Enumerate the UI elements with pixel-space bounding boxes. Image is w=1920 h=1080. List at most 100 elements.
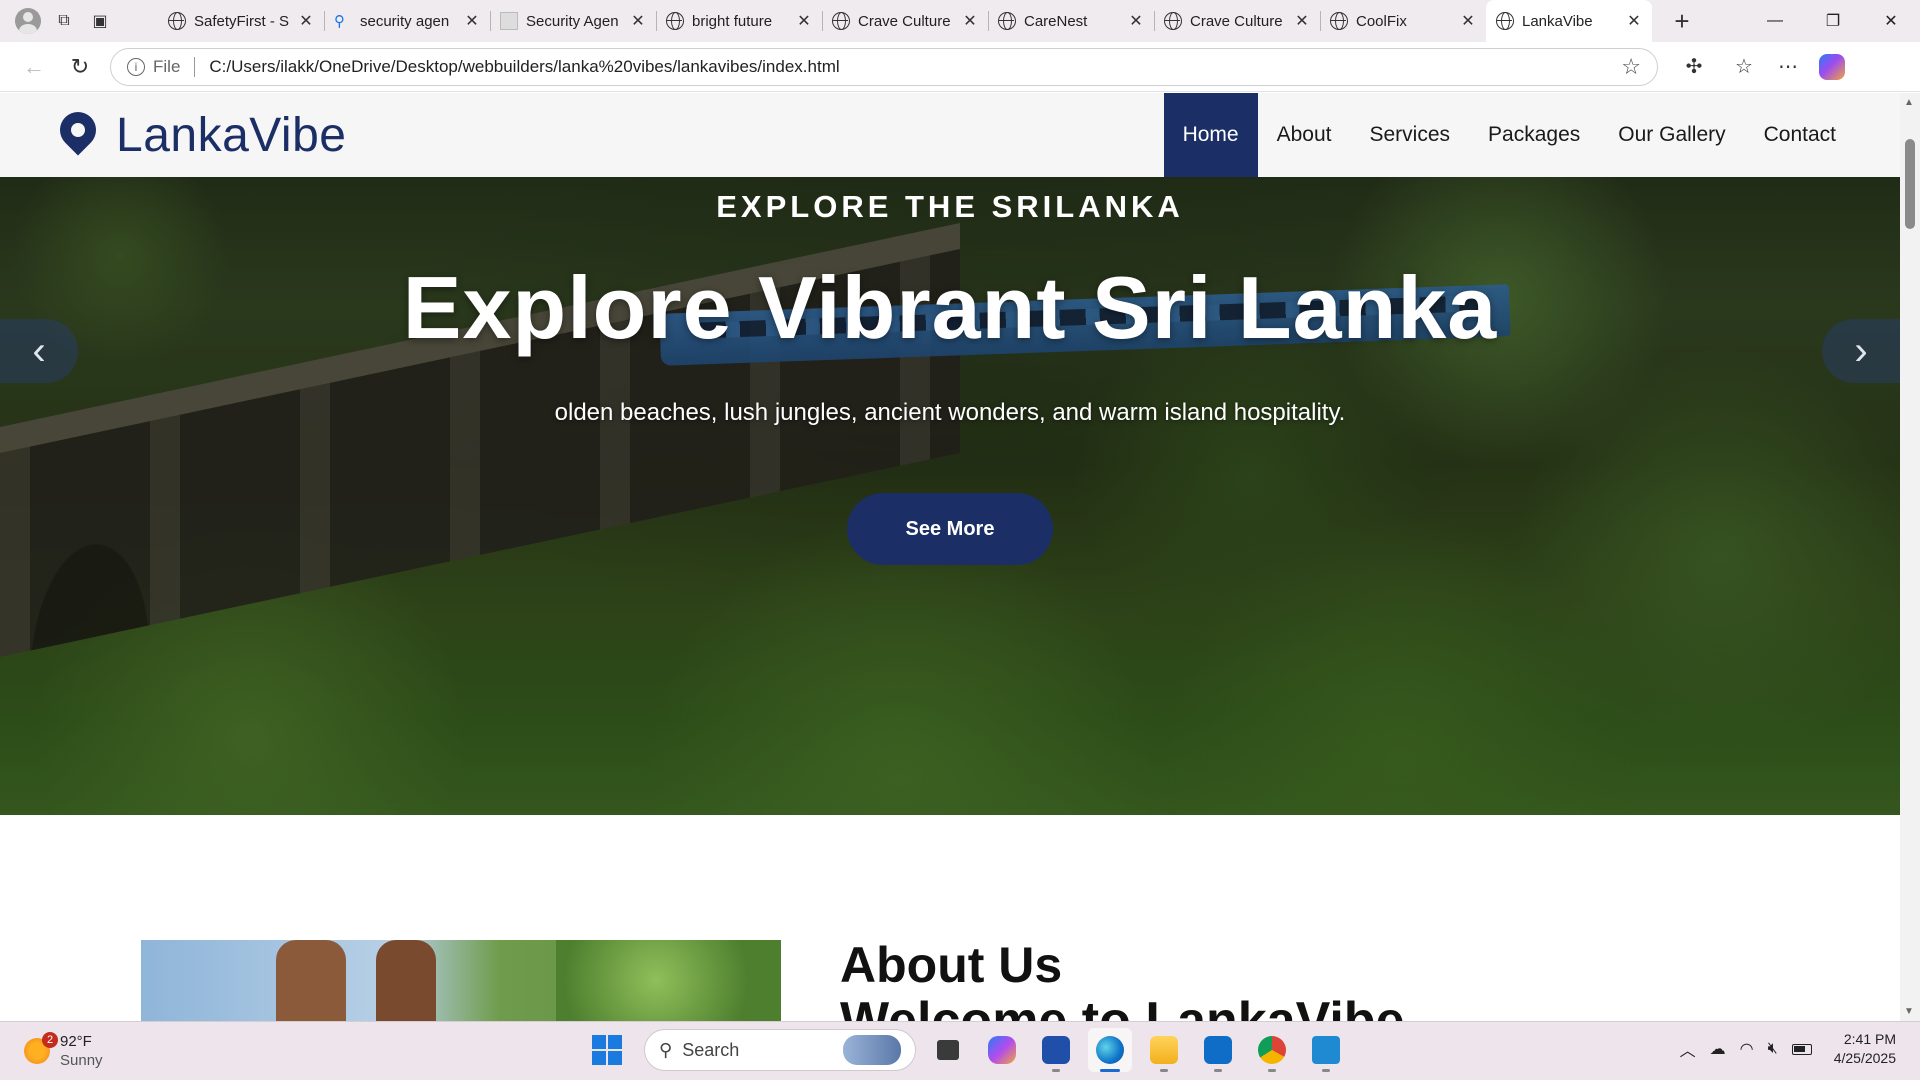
globe-icon	[832, 12, 850, 30]
close-tab-icon[interactable]: ✕	[962, 11, 978, 31]
nav-link-services[interactable]: Services	[1351, 93, 1470, 177]
close-tab-icon[interactable]: ✕	[1294, 11, 1310, 31]
settings-more-button[interactable]: ⋯	[1766, 47, 1810, 87]
vscode-icon	[1312, 1036, 1340, 1064]
copilot-app-button[interactable]	[980, 1028, 1024, 1072]
volume-muted-icon[interactable]: 🔇︎	[1768, 1040, 1778, 1058]
close-tab-icon[interactable]: ✕	[464, 11, 480, 31]
minimize-button[interactable]: —	[1746, 0, 1804, 42]
search-highlight-image	[843, 1035, 901, 1065]
weather-widget[interactable]: 2 92°F Sunny	[24, 1032, 103, 1070]
about-image	[141, 940, 781, 1021]
about-title: About Us	[840, 937, 1063, 993]
task-view-button[interactable]	[926, 1028, 970, 1072]
globe-icon	[168, 12, 186, 30]
nav-link-packages[interactable]: Packages	[1469, 93, 1599, 177]
browser-tab[interactable]: CareNest ✕	[988, 3, 1154, 39]
about-subtitle: Welcome to LankaVibe	[840, 995, 1404, 1021]
restore-icon: ❐	[1825, 13, 1841, 30]
carousel-next-button[interactable]: ›	[1822, 319, 1900, 383]
browser-tab[interactable]: Crave Culture ✕	[1154, 3, 1320, 39]
hero-title: Explore Vibrant Sri Lanka	[402, 258, 1498, 357]
nav-link-home[interactable]: Home	[1163, 93, 1258, 177]
carousel-prev-button[interactable]: ‹	[0, 319, 78, 383]
globe-icon	[1330, 12, 1348, 30]
browser-tab[interactable]: ⚲ security agen ✕	[324, 3, 490, 39]
taskbar-search[interactable]: ⚲ Search	[644, 1029, 916, 1071]
main-nav: Home About Services Packages Our Gallery Cont…	[1163, 93, 1855, 177]
show-hidden-icons-chevron-up-icon[interactable]: ︿	[1680, 1037, 1696, 1061]
sun-icon: 2	[24, 1032, 58, 1064]
extensions-button[interactable]: ✣	[1672, 47, 1716, 87]
close-tab-icon[interactable]: ✕	[1626, 11, 1642, 31]
see-more-button[interactable]: See More	[847, 493, 1053, 565]
nav-link-about[interactable]: About	[1258, 93, 1351, 177]
close-tab-icon[interactable]: ✕	[796, 11, 812, 31]
new-tab-button[interactable]: +	[1662, 6, 1702, 37]
system-tray: ︿ ☁ ◠ 🔇︎ 2:41 PM 4/25/2025	[1680, 1030, 1896, 1068]
close-tab-icon[interactable]: ✕	[630, 11, 646, 31]
wifi-icon[interactable]: ◠	[1740, 1039, 1754, 1059]
chrome-button[interactable]	[1250, 1028, 1294, 1072]
onedrive-cloud-icon[interactable]: ☁	[1710, 1039, 1726, 1059]
vertical-scrollbar[interactable]: ▲ ▼	[1900, 93, 1920, 1021]
info-icon[interactable]: i	[127, 57, 145, 76]
browser-tab-title: CareNest	[1024, 12, 1088, 30]
browser-tab[interactable]: LankaVibe ✕	[1486, 0, 1652, 42]
battery-icon[interactable]	[1791, 1043, 1812, 1055]
outlook-button[interactable]	[1196, 1028, 1240, 1072]
store-button[interactable]	[1034, 1028, 1078, 1072]
scroll-up-icon[interactable]: ▲	[1904, 97, 1914, 108]
search-icon: ⚲	[659, 1039, 673, 1060]
favorites-button[interactable]: ☆	[1722, 47, 1766, 87]
browser-tab[interactable]: SafetyFirst - S ✕	[158, 3, 324, 39]
browser-tab[interactable]: Security Agen ✕	[490, 3, 656, 39]
url-text[interactable]: C:/Users/ilakk/OneDrive/Desktop/webbuild…	[209, 57, 1621, 77]
workspaces-icon: ⧉	[58, 12, 70, 29]
file-explorer-button[interactable]	[1142, 1028, 1186, 1072]
weather-badge: 2	[42, 1032, 58, 1048]
location-pin-icon	[52, 104, 104, 160]
doc-icon	[500, 12, 518, 30]
hero-subtitle: olden beaches, lush jungles, ancient won…	[554, 399, 1346, 426]
browser-tab[interactable]: Crave Culture ✕	[822, 3, 988, 39]
browser-tab[interactable]: bright future ✕	[656, 3, 822, 39]
outlook-icon	[1204, 1036, 1232, 1064]
copilot-app-icon	[988, 1036, 1016, 1064]
clock-time: 2:41 PM	[1843, 1031, 1896, 1047]
copilot-button[interactable]	[1810, 47, 1854, 87]
start-button[interactable]	[592, 1035, 622, 1065]
page: LankaVibe Home About Services Packages Our G…	[0, 93, 1900, 1021]
nav-link-contact[interactable]: Contact	[1745, 93, 1855, 177]
taskbar-apps: ⚲ Search	[580, 1028, 1348, 1072]
chrome-icon	[1258, 1036, 1286, 1064]
tab-actions-icon: ▣	[92, 13, 108, 30]
back-button[interactable]: ←	[14, 47, 54, 87]
profile-avatar-icon	[15, 8, 41, 34]
close-tab-icon[interactable]: ✕	[298, 11, 314, 31]
close-window-button[interactable]: ✕	[1862, 0, 1920, 42]
nav-link-our-gallery[interactable]: Our Gallery	[1599, 93, 1744, 177]
hero-eyebrow: EXPLORE THE SRILANKA	[716, 189, 1184, 224]
globe-icon	[666, 12, 684, 30]
profile-button[interactable]	[12, 5, 44, 37]
reload-button[interactable]: ↻	[60, 47, 100, 87]
address-bar[interactable]: i File C:/Users/ilakk/OneDrive/Desktop/w…	[110, 47, 1658, 86]
page-viewport: LankaVibe Home About Services Packages Our G…	[0, 93, 1920, 1021]
address-separator	[194, 56, 196, 77]
tab-actions-button[interactable]: ▣	[84, 5, 116, 37]
favorite-star-icon[interactable]: ☆	[1621, 54, 1641, 80]
scroll-down-icon[interactable]: ▼	[1904, 1006, 1914, 1017]
browser-tab[interactable]: CoolFix ✕	[1320, 3, 1486, 39]
restore-button[interactable]: ❐	[1804, 0, 1862, 42]
store-icon	[1042, 1036, 1070, 1064]
site-header: LankaVibe Home About Services Packages Our G…	[0, 93, 1900, 177]
brand-logo[interactable]: LankaVibe	[52, 104, 346, 163]
close-tab-icon[interactable]: ✕	[1128, 11, 1144, 31]
close-tab-icon[interactable]: ✕	[1460, 11, 1476, 31]
scrollbar-thumb[interactable]	[1905, 139, 1915, 229]
edge-button[interactable]	[1088, 1028, 1132, 1072]
vscode-button[interactable]	[1304, 1028, 1348, 1072]
workspaces-button[interactable]: ⧉	[48, 5, 80, 37]
clock[interactable]: 2:41 PM 4/25/2025	[1834, 1030, 1896, 1068]
